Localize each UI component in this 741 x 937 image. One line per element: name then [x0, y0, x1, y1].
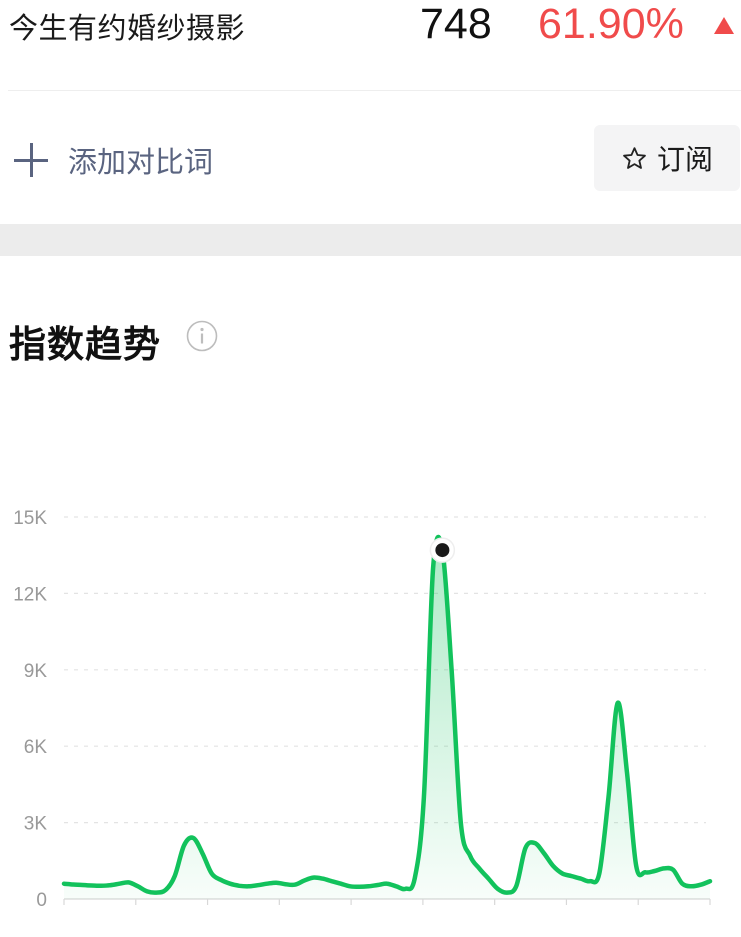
add-compare-button[interactable]: 添加对比词	[14, 140, 213, 180]
y-tick-label: 12K	[13, 584, 47, 605]
y-tick-label: 0	[36, 890, 47, 911]
y-tick-label: 9K	[24, 661, 48, 682]
index-value: 748	[420, 0, 492, 48]
y-tick-label: 15K	[13, 508, 47, 529]
section-title: 指数趋势	[9, 323, 161, 366]
change-percentage: 61.90%	[538, 0, 684, 48]
add-compare-label: 添加对比词	[68, 145, 214, 179]
triangle-up-icon	[714, 17, 734, 34]
plus-icon	[14, 143, 48, 177]
divider	[8, 90, 741, 91]
trend-chart-svg: 15K 12K 9K 6K 3K 0	[13, 508, 713, 911]
subscribe-label: 订阅	[656, 143, 713, 176]
y-tick-label: 3K	[24, 814, 48, 835]
highlight-point[interactable]	[435, 543, 450, 558]
keyword-summary: 今生有约婚纱摄影 748 61.90%	[0, 0, 741, 90]
y-tick-label: 6K	[24, 737, 48, 758]
star-icon	[623, 146, 646, 169]
section-separator	[0, 224, 741, 256]
info-icon[interactable]	[186, 320, 218, 352]
subscribe-button[interactable]: 订阅	[594, 125, 740, 191]
action-row: 添加对比词 订阅	[0, 120, 741, 194]
keyword-title: 今生有约婚纱摄影	[9, 11, 246, 45]
trend-chart[interactable]: 15K 12K 9K 6K 3K 0	[0, 480, 741, 937]
